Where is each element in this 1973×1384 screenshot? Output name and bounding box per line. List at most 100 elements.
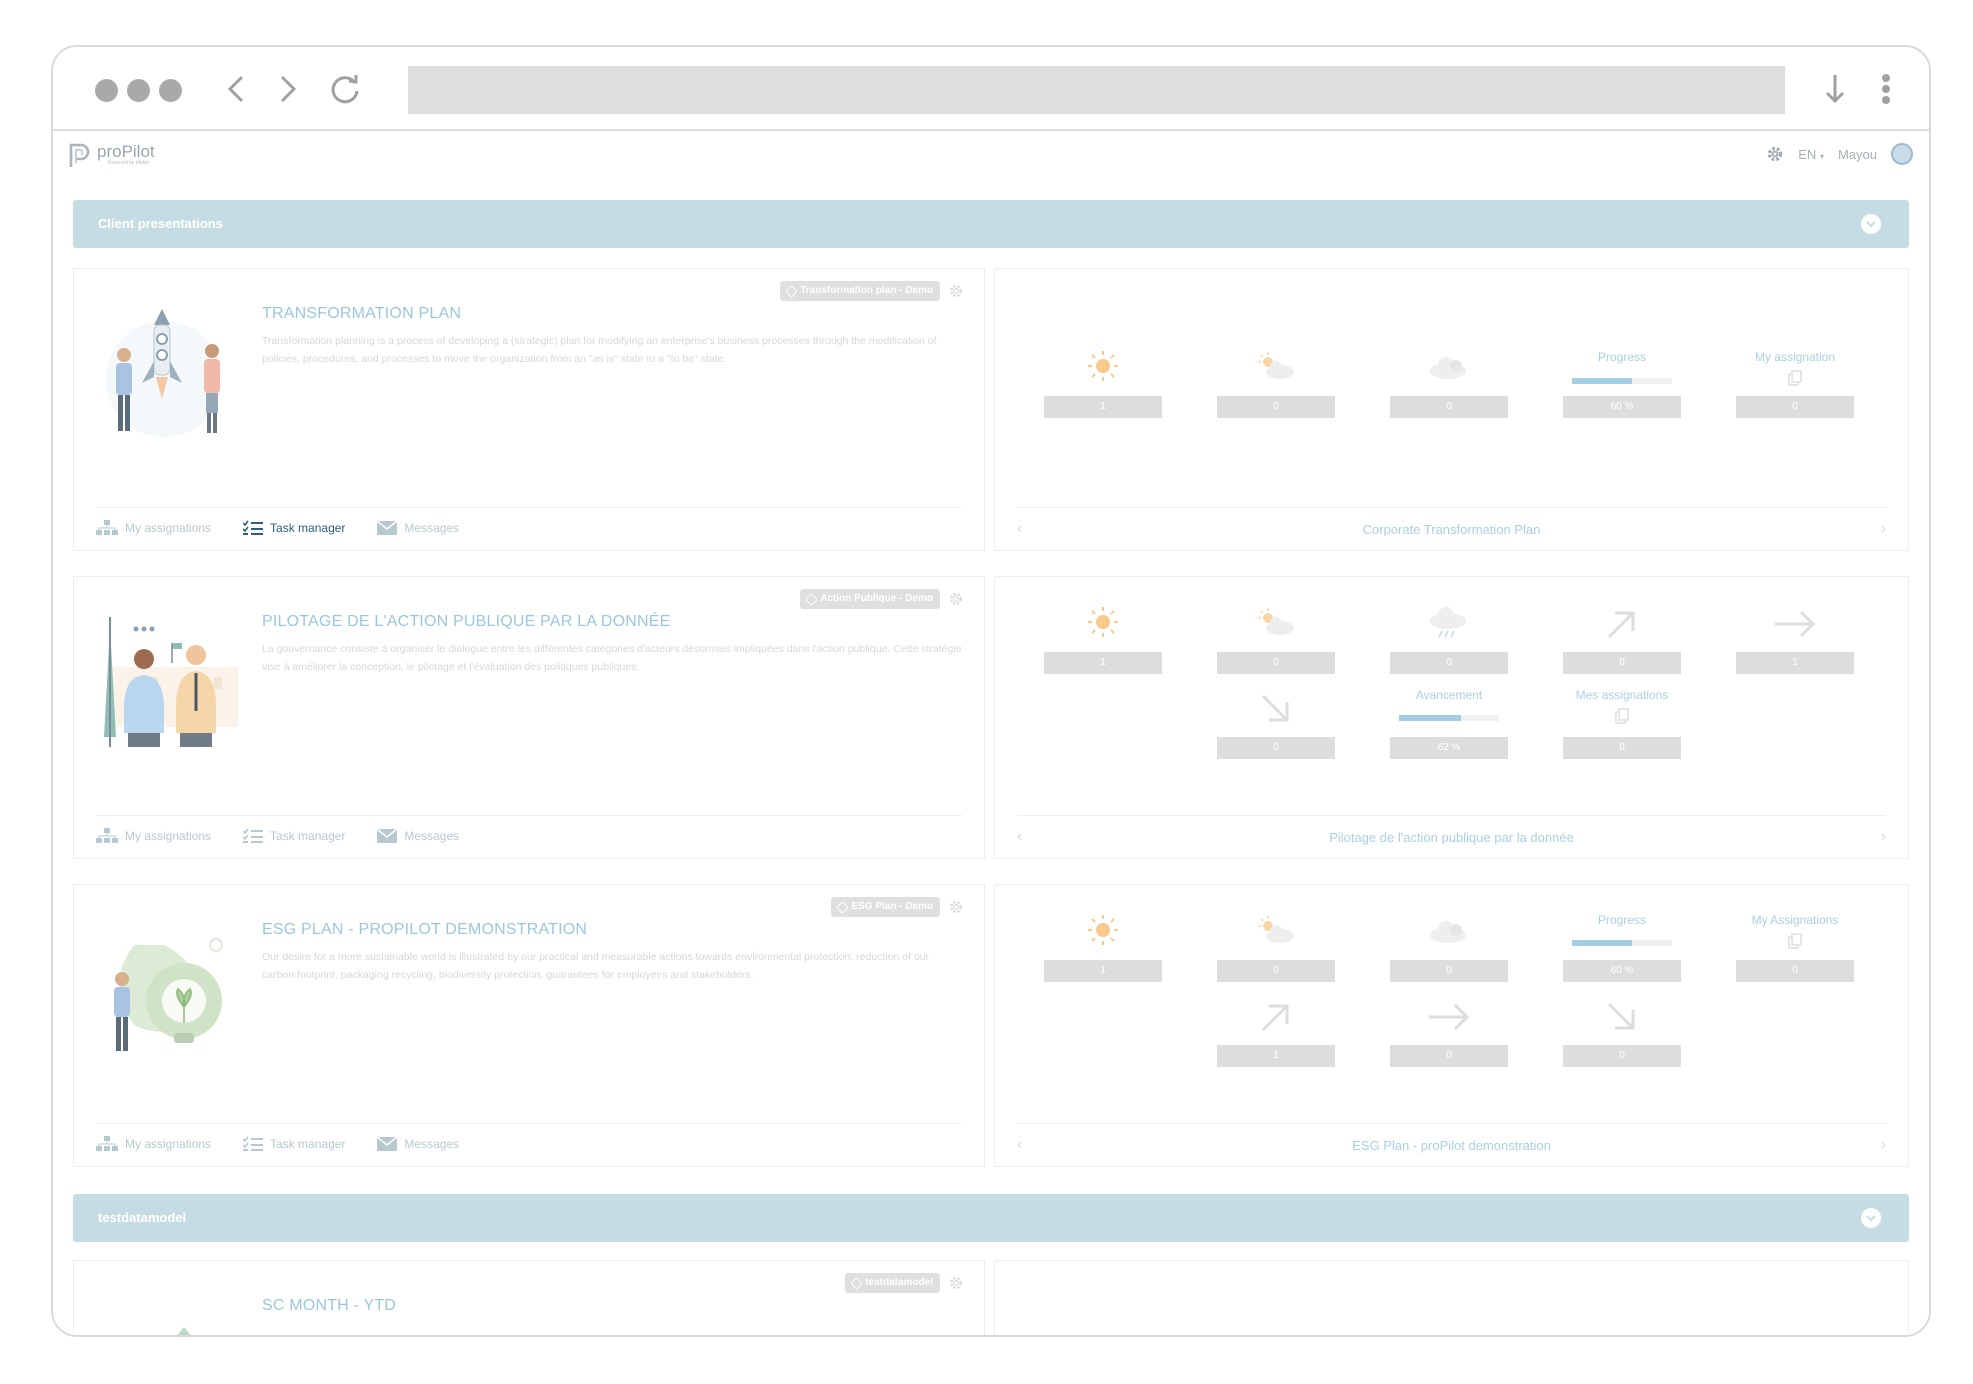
- project-tag[interactable]: testdatamodel: [845, 1273, 940, 1293]
- project-title[interactable]: ESG PLAN - PROPILOT DEMONSTRATION: [262, 921, 587, 939]
- widget-value: 0: [1390, 396, 1508, 418]
- widget-label: Avancement: [1415, 688, 1483, 702]
- window-dot[interactable]: [159, 79, 182, 102]
- trend-widget-down[interactable]: 0: [1563, 985, 1681, 1075]
- chevron-right-icon[interactable]: ›: [1881, 520, 1886, 538]
- weather-widget-partly-cloudy[interactable]: 0: [1217, 885, 1335, 985]
- gear-icon[interactable]: [948, 1275, 964, 1291]
- user-name[interactable]: Mayou: [1838, 147, 1877, 162]
- project-card-sc-month-ytd[interactable]: SC MONTH - YTD testdatamodel: [73, 1260, 985, 1335]
- address-bar[interactable]: [408, 66, 1785, 114]
- dashboard-card-transformation-plan[interactable]: 1 0 0 Progress 60 % My assignation 0 ‹ C…: [994, 268, 1909, 551]
- trend-widget-up[interactable]: 1: [1217, 985, 1335, 1075]
- section-title: testdatamodel: [98, 1210, 187, 1225]
- weather-widget-partly-cloudy[interactable]: 0: [1217, 269, 1335, 429]
- more-menu-icon[interactable]: [1866, 69, 1906, 109]
- project-tag[interactable]: Transformation plan - Demo: [780, 281, 940, 301]
- progress-widget[interactable]: Progress 60 %: [1563, 269, 1681, 429]
- sun-cloud-icon: [1258, 352, 1294, 379]
- section-header-client-presentations[interactable]: Client presentations: [73, 200, 1909, 248]
- project-tag[interactable]: Action Publique - Demo: [800, 589, 940, 609]
- assignation-widget[interactable]: Mes assignations 0: [1563, 677, 1681, 767]
- header-actions: EN ▾ Mayou: [1766, 143, 1913, 165]
- widget-value: 1: [1736, 652, 1854, 674]
- weather-widget-sunny[interactable]: 1: [1044, 269, 1162, 429]
- widget-value: 0: [1217, 652, 1335, 674]
- my-assignations-label: My assignations: [125, 1137, 212, 1151]
- weather-widget-cloudy[interactable]: 0: [1390, 269, 1508, 429]
- app-logo[interactable]: proPilot Powered by dfakto: [67, 141, 155, 169]
- progress-bar: [1399, 715, 1499, 721]
- widget-value: 1: [1044, 396, 1162, 418]
- project-card-transformation-plan[interactable]: TRANSFORMATION PLAN Transformation plann…: [73, 268, 985, 551]
- gear-icon[interactable]: [948, 899, 964, 915]
- project-title[interactable]: SC MONTH - YTD: [262, 1297, 396, 1315]
- project-title[interactable]: PILOTAGE DE L'ACTION PUBLIQUE PAR LA DON…: [262, 613, 671, 631]
- chevron-down-icon[interactable]: [1861, 1208, 1881, 1228]
- weather-widget-partly-cloudy[interactable]: 0: [1217, 577, 1335, 677]
- project-card-pilotage-action-publique[interactable]: PILOTAGE DE L'ACTION PUBLIQUE PAR LA DON…: [73, 576, 985, 859]
- chevron-down-icon[interactable]: [1861, 214, 1881, 234]
- weather-widget-rainy[interactable]: 0: [1390, 577, 1508, 677]
- trend-widget-up[interactable]: 0: [1563, 577, 1681, 677]
- task-manager-link[interactable]: Task manager: [243, 520, 345, 536]
- progress-widget[interactable]: Progress 60 %: [1563, 885, 1681, 985]
- dashboard-card-esg-plan[interactable]: 1 0 0 Progress 60 % My Assignations 0 1 …: [994, 884, 1909, 1167]
- task-manager-label: Task manager: [270, 829, 346, 843]
- task-manager-link[interactable]: Task manager: [243, 828, 345, 844]
- esg-plant-illustration-icon: [114, 938, 223, 1051]
- project-title[interactable]: TRANSFORMATION PLAN: [262, 305, 461, 323]
- avatar[interactable]: [1891, 143, 1913, 165]
- dashboard-name[interactable]: ESG Plan - proPilot demonstration: [1017, 1138, 1886, 1153]
- trend-widget-flat[interactable]: 1: [1736, 577, 1854, 677]
- rocket-illustration-icon: [106, 309, 222, 437]
- my-assignations-link[interactable]: My assignations: [96, 520, 211, 536]
- trend-widget-flat[interactable]: 0: [1390, 985, 1508, 1075]
- trend-widget-down[interactable]: 0: [1217, 677, 1335, 767]
- messages-link[interactable]: Messages: [377, 829, 459, 843]
- widget-value: 0: [1390, 652, 1508, 674]
- logo-subtitle: Powered by dfakto: [108, 160, 150, 166]
- my-assignations-link[interactable]: My assignations: [96, 828, 211, 844]
- progress-fill: [1572, 940, 1632, 946]
- window-dot[interactable]: [127, 79, 150, 102]
- progress-bar: [1572, 378, 1672, 384]
- project-tag[interactable]: ESG Plan - Demo: [831, 897, 940, 917]
- dashboard-name[interactable]: Corporate Transformation Plan: [1017, 522, 1886, 537]
- task-manager-link[interactable]: Task manager: [243, 1136, 345, 1152]
- illustration-fragment-icon: [177, 1327, 191, 1335]
- weather-widget-sunny[interactable]: 1: [1044, 885, 1162, 985]
- section-header-testdatamodel[interactable]: testdatamodel: [73, 1194, 1909, 1242]
- language-selector[interactable]: EN ▾: [1798, 147, 1824, 162]
- download-icon[interactable]: [1815, 69, 1855, 109]
- chevron-right-icon[interactable]: ›: [1881, 828, 1886, 846]
- widget-value: 0: [1390, 960, 1508, 982]
- messages-link[interactable]: Messages: [377, 521, 459, 535]
- my-assignations-link[interactable]: My assignations: [96, 1136, 211, 1152]
- forward-arrow-icon[interactable]: [267, 69, 307, 109]
- weather-widget-sunny[interactable]: 1: [1044, 577, 1162, 677]
- gear-icon[interactable]: [948, 283, 964, 299]
- weather-widget-cloudy[interactable]: 0: [1390, 885, 1508, 985]
- progress-widget[interactable]: Avancement 62 %: [1390, 677, 1508, 767]
- section-title: Client presentations: [98, 216, 223, 231]
- widget-label: My assignation: [1754, 350, 1836, 364]
- dashboard-card-pilotage-action-publique[interactable]: 1 0 0 0 1 0 Avancement 62 % Mes assignat…: [994, 576, 1909, 859]
- chevron-right-icon[interactable]: ›: [1881, 1136, 1886, 1154]
- settings-gear-icon[interactable]: [1766, 145, 1784, 163]
- reload-icon[interactable]: [325, 69, 365, 109]
- caret-down-icon: ▾: [1819, 151, 1824, 161]
- propilot-logo-icon: [69, 143, 90, 167]
- my-assignations-label: My assignations: [125, 521, 212, 535]
- task-manager-label: Task manager: [270, 1137, 346, 1151]
- back-arrow-icon[interactable]: [217, 69, 257, 109]
- window-dot[interactable]: [95, 79, 118, 102]
- project-card-esg-plan[interactable]: ESG PLAN - PROPILOT DEMONSTRATION Our de…: [73, 884, 985, 1167]
- card-footer-links: My assignations Task manager Messages: [96, 1136, 491, 1152]
- dashboard-name[interactable]: Pilotage de l'action publique par la don…: [1017, 830, 1886, 845]
- org-chart-icon: [96, 828, 118, 843]
- messages-link[interactable]: Messages: [377, 1137, 459, 1151]
- gear-icon[interactable]: [948, 591, 964, 607]
- assignation-widget[interactable]: My Assignations 0: [1736, 885, 1854, 985]
- assignation-widget[interactable]: My assignation 0: [1736, 269, 1854, 429]
